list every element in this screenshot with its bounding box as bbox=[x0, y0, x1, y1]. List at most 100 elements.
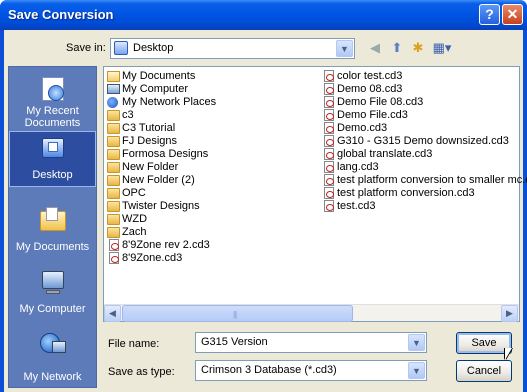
save-conversion-dialog: Save Conversion ? ✕ Save in: Desktop ▼ ◀… bbox=[0, 0, 527, 392]
file-list-item[interactable]: 8'9Zone rev 2.cd3 bbox=[107, 239, 216, 252]
back-icon[interactable]: ◀ bbox=[366, 39, 384, 57]
cd3-file-icon bbox=[109, 239, 119, 251]
file-name-text: My Network Places bbox=[122, 96, 217, 108]
file-name-text: OPC bbox=[122, 187, 146, 199]
place-label: My Computer bbox=[19, 303, 86, 315]
folder-icon bbox=[107, 227, 120, 238]
place-my-computer[interactable]: My Computer bbox=[9, 267, 96, 315]
file-list-item[interactable]: 8'9Zone.cd3 bbox=[107, 252, 216, 265]
chevron-down-icon[interactable]: ▼ bbox=[408, 362, 425, 379]
new-folder-icon[interactable]: ✱ bbox=[409, 39, 427, 57]
file-list-item[interactable]: G310 - G315 Demo downsized.cd3 bbox=[322, 135, 527, 148]
file-list-item[interactable]: global translate.cd3 bbox=[322, 148, 527, 161]
folder-icon bbox=[107, 175, 120, 186]
file-name-value: G315 Version bbox=[201, 336, 268, 348]
place-label: My Recent Documents bbox=[24, 105, 81, 129]
place-my-network[interactable]: My Network bbox=[9, 329, 96, 383]
file-list-item[interactable]: C3 Tutorial bbox=[107, 122, 216, 135]
up-folder-icon[interactable]: ⬆ bbox=[388, 39, 406, 57]
file-list-item[interactable]: Demo File.cd3 bbox=[322, 109, 527, 122]
file-name-text: Demo File 08.cd3 bbox=[337, 96, 424, 108]
file-list-item[interactable]: test platform conversion.cd3 bbox=[322, 187, 527, 200]
scroll-right-icon[interactable]: ▶ bbox=[501, 305, 518, 322]
folder-icon bbox=[107, 110, 120, 121]
file-list-item[interactable]: Demo.cd3 bbox=[322, 122, 527, 135]
file-name-text: Formosa Designs bbox=[122, 148, 209, 160]
file-list-item[interactable]: c3 bbox=[107, 109, 216, 122]
place-desktop[interactable]: Desktop bbox=[9, 131, 96, 187]
file-list-item[interactable]: test.cd3 bbox=[322, 200, 527, 213]
file-list-item[interactable]: Demo File 08.cd3 bbox=[322, 96, 527, 109]
views-menu-icon[interactable]: ▦▾ bbox=[429, 39, 455, 57]
file-list-column-2: color test.cd3 Demo 08.cd3 Demo File 08.cd… bbox=[322, 70, 527, 213]
folder-icon bbox=[107, 214, 120, 225]
file-list-item[interactable]: My Documents bbox=[107, 70, 216, 83]
file-list-item[interactable]: test platform conversion to smaller mc.c… bbox=[322, 174, 527, 187]
file-name-text: FJ Designs bbox=[122, 135, 178, 147]
save-in-value: Desktop bbox=[133, 42, 174, 54]
file-list-item[interactable]: New Folder (2) bbox=[107, 174, 216, 187]
file-name-text: New Folder (2) bbox=[122, 174, 195, 186]
file-name-text: test platform conversion to smaller mc.c… bbox=[337, 174, 527, 186]
file-name-text: Twister Designs bbox=[122, 200, 200, 212]
file-name-text: G310 - G315 Demo downsized.cd3 bbox=[337, 135, 509, 147]
scroll-left-icon[interactable]: ◀ bbox=[104, 305, 121, 322]
recent-documents-icon bbox=[36, 73, 70, 105]
cd3-file-icon bbox=[324, 161, 334, 173]
place-my-documents[interactable]: My Documents bbox=[9, 205, 96, 253]
file-list-item[interactable]: Formosa Designs bbox=[107, 148, 216, 161]
cd3-file-icon bbox=[324, 122, 334, 134]
file-list-item[interactable]: lang.cd3 bbox=[322, 161, 527, 174]
scrollbar-thumb[interactable]: ||| bbox=[122, 305, 353, 322]
cancel-button[interactable]: Cancel bbox=[456, 360, 512, 382]
file-name-text: My Documents bbox=[122, 70, 196, 82]
file-list-item[interactable]: OPC bbox=[107, 187, 216, 200]
close-button[interactable]: ✕ bbox=[502, 4, 523, 25]
cd3-file-icon bbox=[324, 109, 334, 121]
file-name-text: global translate.cd3 bbox=[337, 148, 433, 160]
folder-icon bbox=[107, 149, 120, 160]
file-list-item[interactable]: My Network Places bbox=[107, 96, 216, 109]
file-name-text: My Computer bbox=[122, 83, 189, 95]
my-documents-place-icon bbox=[36, 205, 70, 237]
folder-icon bbox=[107, 123, 120, 134]
file-list[interactable]: My Documents My Computer My Network Places… bbox=[103, 66, 527, 322]
place-my-recent-documents[interactable]: My Recent Documents bbox=[9, 73, 96, 129]
file-list-item[interactable]: Twister Designs bbox=[107, 200, 216, 213]
chevron-down-icon[interactable]: ▼ bbox=[408, 334, 425, 351]
horizontal-scrollbar[interactable]: ◀ ||| ▶ bbox=[104, 304, 519, 322]
save-in-dropdown[interactable]: Desktop ▼ bbox=[110, 38, 355, 59]
file-name-input[interactable]: G315 Version ▼ bbox=[195, 332, 427, 353]
folder-icon bbox=[107, 201, 120, 212]
file-name-text: c3 bbox=[122, 109, 134, 121]
my-computer-place-icon bbox=[36, 267, 70, 299]
cd3-file-icon bbox=[324, 148, 334, 160]
title-bar[interactable]: Save Conversion ? ✕ bbox=[0, 0, 527, 30]
file-name-text: 8'9Zone.cd3 bbox=[122, 252, 183, 264]
file-list-item[interactable]: Demo 08.cd3 bbox=[322, 83, 527, 96]
folder-icon bbox=[107, 136, 120, 147]
mouse-cursor-icon bbox=[505, 348, 512, 360]
folder-icon bbox=[107, 162, 120, 173]
file-name-text: Demo.cd3 bbox=[337, 122, 388, 134]
save-as-type-label: Save as type: bbox=[108, 366, 175, 378]
file-list-item[interactable]: WZD bbox=[107, 213, 216, 226]
file-list-column-1: My Documents My Computer My Network Places… bbox=[107, 70, 216, 265]
file-list-item[interactable]: Zach bbox=[107, 226, 216, 239]
file-name-label: File name: bbox=[108, 338, 160, 350]
save-as-type-dropdown[interactable]: Crimson 3 Database (*.cd3) ▼ bbox=[195, 360, 427, 381]
save-button[interactable]: Save bbox=[456, 332, 512, 354]
file-name-text: lang.cd3 bbox=[337, 161, 379, 173]
file-list-item[interactable]: My Computer bbox=[107, 83, 216, 96]
chevron-down-icon[interactable]: ▼ bbox=[336, 40, 353, 57]
file-name-text: WZD bbox=[122, 213, 148, 225]
cd3-file-icon bbox=[324, 96, 334, 108]
help-button[interactable]: ? bbox=[479, 4, 500, 25]
file-list-item[interactable]: New Folder bbox=[107, 161, 216, 174]
folder-icon bbox=[107, 188, 120, 199]
file-name-text: Demo File.cd3 bbox=[337, 109, 408, 121]
file-name-text: C3 Tutorial bbox=[122, 122, 176, 134]
file-list-item[interactable]: FJ Designs bbox=[107, 135, 216, 148]
file-list-item[interactable]: color test.cd3 bbox=[322, 70, 527, 83]
save-as-type-value: Crimson 3 Database (*.cd3) bbox=[201, 364, 337, 376]
